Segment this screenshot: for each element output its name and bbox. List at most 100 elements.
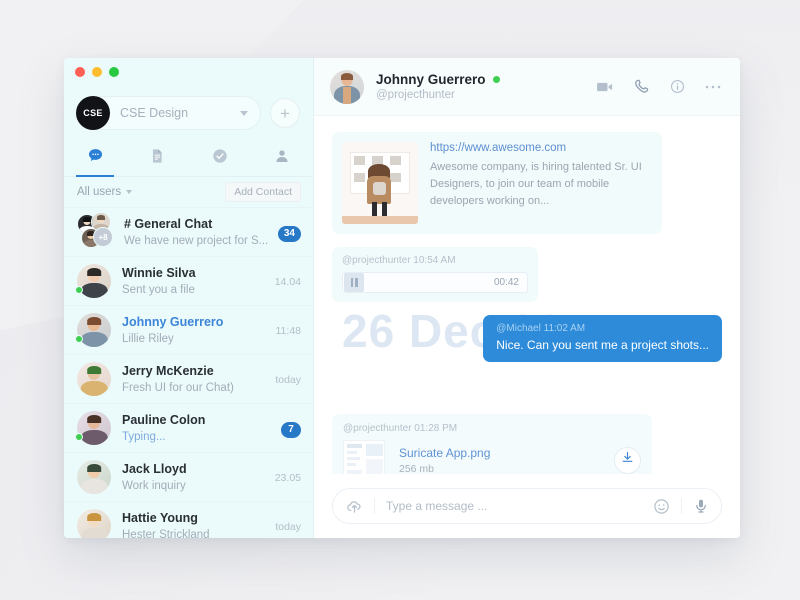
- outgoing-message-text: Nice. Can you sent me a project shots...: [496, 338, 709, 352]
- download-icon: [621, 451, 634, 469]
- minimize-button[interactable]: [92, 67, 102, 77]
- close-button[interactable]: [75, 67, 85, 77]
- add-contact-button[interactable]: Add Contact: [225, 181, 301, 203]
- download-button[interactable]: [614, 446, 641, 474]
- contact-name: Jack Lloyd: [122, 462, 187, 477]
- online-status-dot: [75, 433, 83, 441]
- contact-preview: Work inquiry: [122, 479, 186, 492]
- tab-active-indicator: [76, 175, 115, 177]
- group-avatar-more: +8: [93, 227, 113, 247]
- link-thumbnail: [342, 142, 418, 224]
- contact-row[interactable]: Winnie Silva Sent you a file 14.04: [64, 257, 313, 306]
- avatar: [77, 509, 111, 538]
- contact-name: Pauline Colon: [122, 413, 206, 428]
- contact-text: Jerry McKenzie Fresh UI for our Chat): [122, 364, 267, 394]
- contact-text: Johnny Guerrero Lillie Riley: [122, 315, 268, 345]
- link-url[interactable]: https://www.awesome.com: [430, 142, 652, 154]
- contact-preview: Typing...: [122, 430, 166, 443]
- contact-row[interactable]: Hattie Young Hester Strickland today: [64, 502, 313, 538]
- file-name[interactable]: Suricate App.png: [399, 446, 614, 460]
- tab-contacts[interactable]: [251, 140, 313, 176]
- check-circle-icon: [212, 148, 228, 169]
- message-input[interactable]: [386, 499, 653, 513]
- avatar: [77, 362, 111, 396]
- filter-label[interactable]: All users: [77, 186, 121, 198]
- contact-text: Hattie Young Hester Strickland: [122, 511, 267, 538]
- maximize-button[interactable]: [109, 67, 119, 77]
- unread-badge: 34: [277, 225, 301, 242]
- contact-meta: 11:48: [276, 321, 302, 339]
- composer-divider: [681, 498, 682, 514]
- contact-row[interactable]: Jack Lloyd Work inquiry 23.05: [64, 453, 313, 502]
- contact-timestamp: today: [275, 374, 301, 386]
- avatar: [75, 264, 111, 298]
- voice-player[interactable]: 00:42: [342, 272, 528, 293]
- upload-cloud-icon[interactable]: [346, 498, 363, 515]
- contact-row[interactable]: Pauline Colon Typing... 7: [64, 404, 313, 453]
- sidebar-tabs: [64, 140, 313, 177]
- contact-meta: 34: [277, 223, 301, 242]
- contact-row[interactable]: Jerry McKenzie Fresh UI for our Chat) toda…: [64, 355, 313, 404]
- contact-row[interactable]: +8 # General Chat We have new project for …: [64, 208, 313, 257]
- composer-box[interactable]: [332, 488, 722, 524]
- smiley-icon[interactable]: [653, 498, 670, 515]
- file-message-bubble: @projecthunter 01:28 PM Suricate App.png…: [332, 414, 652, 474]
- contact-meta: 14.04: [275, 272, 301, 290]
- composer-divider: [374, 498, 375, 514]
- contact-text: Jack Lloyd Work inquiry: [122, 462, 267, 492]
- peer-handle: @projecthunter: [376, 89, 455, 101]
- group-avatar-stack: +8: [77, 212, 113, 250]
- online-status-dot: [75, 286, 83, 294]
- peer-avatar[interactable]: [330, 69, 364, 104]
- contact-preview: We have new project for S...: [124, 234, 269, 247]
- online-status-dot: [75, 335, 83, 343]
- avatar: [75, 313, 111, 347]
- chat-header-actions: [595, 77, 722, 97]
- chat-panel: Johnny Guerrero @projecthunter 26 Dec 20…: [314, 58, 740, 538]
- contact-list-filter: All users Add Contact: [64, 177, 313, 208]
- link-preview-bubble[interactable]: https://www.awesome.com Awesome company,…: [332, 132, 662, 234]
- sidebar: CSE CSE Design + All users Add Contact +…: [64, 58, 314, 538]
- contact-name: Johnny Guerrero: [122, 315, 224, 330]
- link-description: Awesome company, is hiring talented Sr. …: [430, 161, 642, 208]
- message-voice: @projecthunter 10:54 AM 00:42: [332, 247, 722, 302]
- online-status-dot: [492, 76, 500, 83]
- contact-timestamp: 14.04: [274, 276, 301, 288]
- more-icon[interactable]: [704, 84, 722, 90]
- workspace-logo: CSE: [76, 96, 110, 130]
- tab-chats[interactable]: [64, 140, 126, 177]
- add-workspace-button[interactable]: +: [270, 98, 300, 128]
- message-file: @projecthunter 01:28 PM Suricate App.png…: [332, 414, 722, 474]
- contact-name: Winnie Silva: [122, 266, 196, 281]
- chevron-down-icon[interactable]: [126, 190, 133, 194]
- chat-bubble-icon: [87, 147, 104, 169]
- tab-tasks[interactable]: [189, 140, 251, 176]
- file-thumbnail[interactable]: [343, 440, 385, 474]
- contact-meta: 23.05: [275, 468, 301, 486]
- peer-identity: Johnny Guerrero @projecthunter: [376, 72, 500, 101]
- video-call-icon[interactable]: [595, 77, 615, 97]
- message-link-preview: https://www.awesome.com Awesome company,…: [332, 132, 722, 234]
- microphone-icon[interactable]: [693, 498, 709, 514]
- avatar: [75, 411, 111, 445]
- info-icon[interactable]: [670, 79, 685, 94]
- pause-icon[interactable]: [344, 273, 364, 292]
- contact-list: +8 # General Chat We have new project for …: [64, 208, 313, 538]
- avatar: [77, 460, 111, 494]
- contact-preview: Lillie Riley: [122, 332, 174, 345]
- phone-icon[interactable]: [634, 78, 651, 95]
- contact-text: # General Chat We have new project for S.…: [124, 217, 270, 247]
- contact-row[interactable]: Johnny Guerrero Lillie Riley 11:48: [64, 306, 313, 355]
- message-outgoing: @Michael 11:02 AM Nice. Can you sent me …: [332, 315, 722, 362]
- contact-meta: today: [275, 517, 301, 535]
- app-window: CSE CSE Design + All users Add Contact +…: [64, 58, 740, 538]
- document-icon: [149, 148, 165, 169]
- contact-timestamp: today: [275, 521, 301, 533]
- contact-preview: Sent you a file: [122, 283, 195, 296]
- workspace-row: CSE CSE Design +: [64, 86, 313, 140]
- workspace-selector[interactable]: CSE CSE Design: [76, 96, 261, 130]
- contact-name: # General Chat: [124, 217, 213, 232]
- chat-header: Johnny Guerrero @projecthunter: [314, 58, 740, 116]
- tab-files[interactable]: [126, 140, 188, 176]
- contact-preview: Hester Strickland: [122, 528, 210, 538]
